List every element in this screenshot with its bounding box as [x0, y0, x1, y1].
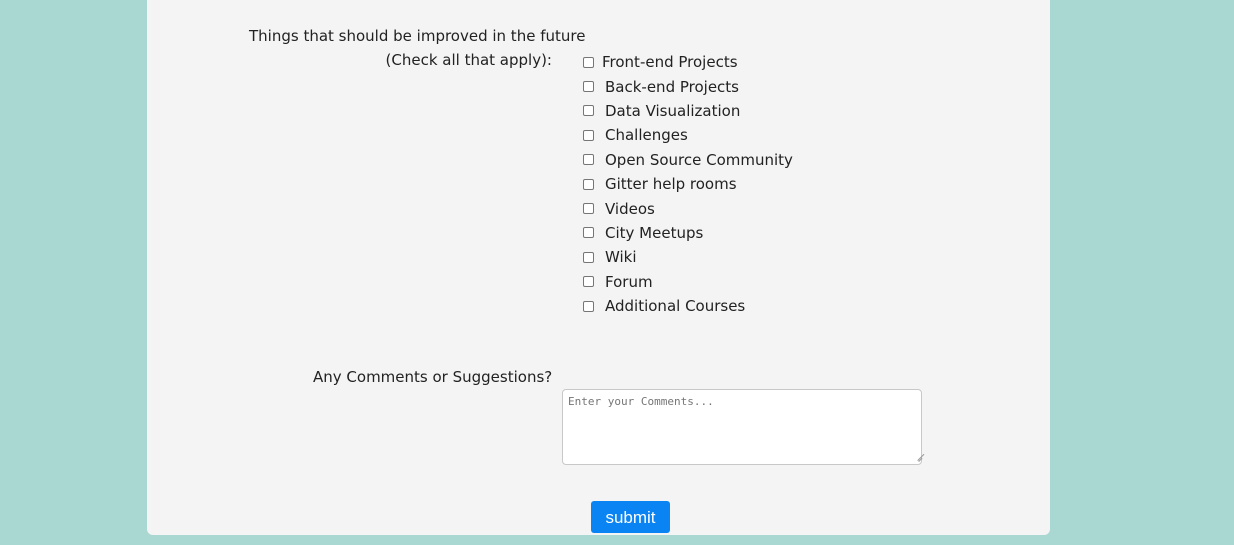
checkbox-label: Videos	[605, 199, 655, 218]
checkbox[interactable]	[583, 203, 594, 215]
checkbox-label: City Meetups	[605, 223, 704, 242]
checkbox-label: Front-end Projects	[602, 53, 738, 72]
checkbox[interactable]	[583, 105, 594, 117]
checkbox[interactable]	[583, 251, 594, 263]
checkbox-label: Forum	[605, 272, 653, 291]
checkbox-option-city-meetups[interactable]: City Meetups	[583, 221, 793, 245]
checkbox-label: Wiki	[605, 248, 637, 267]
checkbox-label: Data Visualization	[605, 101, 741, 120]
survey-form-panel: Things that should be improved in the fu…	[147, 0, 1050, 535]
checkbox-option-forum[interactable]: Forum	[583, 270, 793, 294]
comments-label: Any Comments or Suggestions?	[313, 368, 553, 386]
comments-textarea[interactable]: Enter your Comments...	[562, 389, 922, 465]
improvements-question-subtitle: (Check all that apply):	[385, 51, 552, 69]
checkbox[interactable]	[583, 227, 594, 239]
checkbox-option-open-source-community[interactable]: Open Source Community	[583, 148, 793, 172]
checkbox-option-data-visualization[interactable]: Data Visualization	[583, 99, 793, 123]
checkbox[interactable]	[583, 56, 594, 68]
checkbox-option-additional-courses[interactable]: Additional Courses	[583, 294, 793, 318]
checkbox-label: Challenges	[605, 126, 688, 145]
checkbox-label: Gitter help rooms	[605, 175, 737, 194]
checkbox-option-front-end-projects[interactable]: Front-end Projects	[583, 50, 793, 74]
checkbox-option-challenges[interactable]: Challenges	[583, 123, 793, 147]
checkbox[interactable]	[583, 154, 594, 166]
checkbox[interactable]	[583, 300, 594, 312]
checkbox-option-videos[interactable]: Videos	[583, 196, 793, 220]
checkbox[interactable]	[583, 178, 594, 190]
resize-handle-icon[interactable]	[911, 454, 918, 461]
checkbox[interactable]	[583, 129, 594, 141]
improvements-checkbox-list: Front-end Projects Back-end Projects Dat…	[583, 50, 793, 318]
checkbox-label: Back-end Projects	[605, 77, 739, 96]
checkbox[interactable]	[583, 81, 594, 93]
checkbox-label: Additional Courses	[605, 297, 746, 316]
submit-button[interactable]: submit	[591, 501, 670, 533]
comments-placeholder: Enter your Comments...	[568, 395, 714, 408]
checkbox-option-back-end-projects[interactable]: Back-end Projects	[583, 74, 793, 98]
checkbox-label: Open Source Community	[605, 150, 793, 169]
checkbox-option-wiki[interactable]: Wiki	[583, 245, 793, 269]
checkbox-option-gitter-help-rooms[interactable]: Gitter help rooms	[583, 172, 793, 196]
checkbox[interactable]	[583, 276, 594, 288]
improvements-question-title: Things that should be improved in the fu…	[249, 27, 586, 45]
